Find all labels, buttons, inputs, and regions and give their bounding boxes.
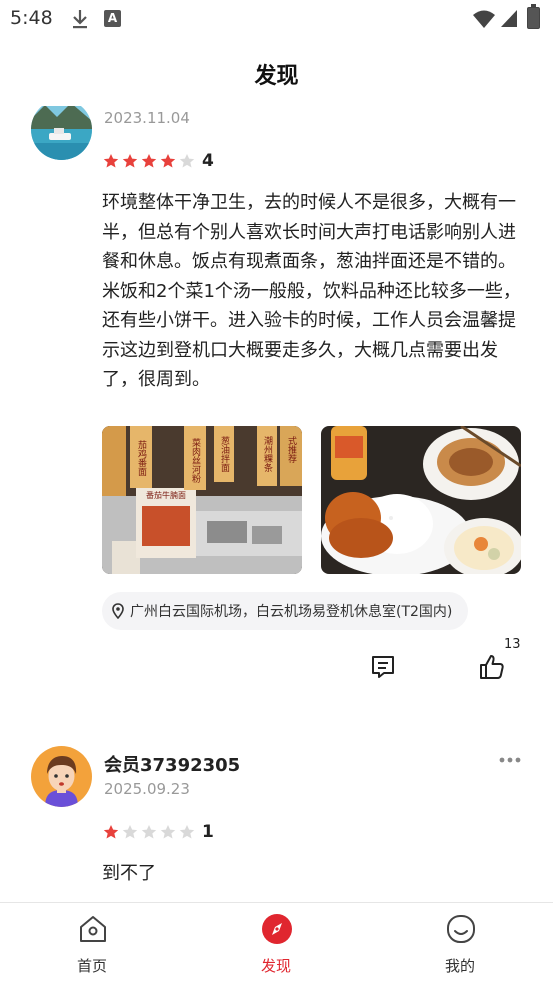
comment-icon[interactable] <box>370 654 396 680</box>
user-avatar[interactable] <box>31 746 92 807</box>
review-text[interactable]: 环境整体干净卫生，去的时候人不是很多，大概有一半，但总有个别人喜欢长时间大声打电… <box>102 188 524 395</box>
svg-text:潮州粿条: 潮州粿条 <box>262 435 273 472</box>
review-feed[interactable]: opi_34 2023.11.04 4 环境整体干净卫生，去的时候人不是很多，大… <box>0 106 553 902</box>
status-time: 5:48 <box>10 7 53 29</box>
bottom-navigation: 首页 发现 我的 <box>0 902 553 984</box>
signal-icon <box>501 10 517 27</box>
svg-text:茄鸡番面: 茄鸡番面 <box>136 439 147 477</box>
like-count: 13 <box>504 637 521 652</box>
thumbs-up-icon[interactable] <box>478 653 506 681</box>
review-photo[interactable] <box>321 426 521 574</box>
review-date: 2023.11.04 <box>104 109 190 127</box>
profile-face-icon <box>447 915 475 943</box>
svg-text:式推荐: 式推荐 <box>286 435 297 464</box>
user-avatar[interactable] <box>31 106 92 160</box>
star-icon <box>122 154 138 168</box>
page-header: 发现 <box>0 38 553 106</box>
review-date: 2025.09.23 <box>104 780 190 798</box>
nav-profile-label: 我的 <box>444 957 475 975</box>
star-icon <box>141 825 157 839</box>
svg-text:菜肉丝河粉: 菜肉丝河粉 <box>190 437 201 484</box>
star-icon <box>103 825 119 839</box>
star-icon <box>122 825 138 839</box>
star-icon <box>141 154 157 168</box>
nav-home[interactable]: 首页 <box>32 903 152 984</box>
rating-value: 1 <box>202 822 214 842</box>
review-photo[interactable]: 茄鸡番面 菜肉丝河粉 葱油拌面 潮州粿条 式推荐 番茄牛腩面 <box>102 426 302 574</box>
svg-text:番茄牛腩面: 番茄牛腩面 <box>146 490 186 500</box>
location-tag[interactable]: 广州白云国际机场，白云机场易登机休息室(T2国内) <box>102 592 469 630</box>
nav-home-label: 首页 <box>76 957 107 975</box>
star-rating: 1 <box>103 822 214 842</box>
rating-value: 4 <box>202 151 214 171</box>
status-bar: 5:48 A <box>0 0 553 38</box>
star-icon <box>160 154 176 168</box>
nav-discover[interactable]: 发现 <box>216 903 336 984</box>
home-icon <box>80 916 106 942</box>
nav-discover-label: 发现 <box>260 957 291 975</box>
star-rating: 4 <box>103 151 214 171</box>
review-text[interactable]: 到不了 <box>102 859 524 889</box>
download-icon <box>73 10 87 29</box>
star-icon <box>179 825 195 839</box>
more-options-icon[interactable] <box>498 755 522 765</box>
app-notification-icon: A <box>104 10 121 27</box>
compass-icon <box>262 914 292 944</box>
star-icon <box>103 154 119 168</box>
wifi-icon <box>473 10 495 28</box>
user-name[interactable]: 会员37392305 <box>104 751 240 777</box>
location-text: 广州白云国际机场，白云机场易登机休息室(T2国内) <box>130 604 453 620</box>
page-title: 发现 <box>254 64 299 89</box>
review-card: 会员37392305 2025.09.23 1 到不了 <box>0 746 553 902</box>
battery-icon <box>527 4 540 29</box>
review-card: opi_34 2023.11.04 4 环境整体干净卫生，去的时候人不是很多，大… <box>0 106 553 708</box>
nav-profile[interactable]: 我的 <box>400 903 520 984</box>
location-pin-icon <box>112 603 124 619</box>
star-icon <box>160 825 176 839</box>
svg-text:葱油拌面: 葱油拌面 <box>219 435 230 473</box>
star-icon <box>179 154 195 168</box>
